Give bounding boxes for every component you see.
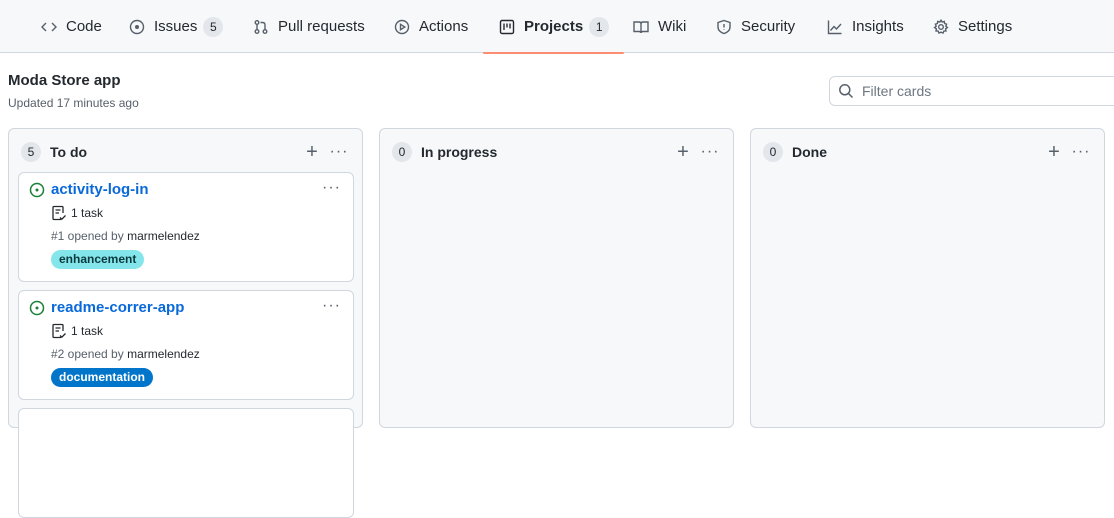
issue-number-text: #2 opened by [51,347,128,361]
card-menu-icon[interactable]: ··· [322,179,341,197]
tab-wiki[interactable]: Wiki [632,0,686,53]
task-list-summary: 1 task [51,323,103,339]
tab-security[interactable]: Security [715,0,795,53]
card-meta: #2 opened by marmelendez [51,347,200,361]
tab-actions[interactable]: Actions [393,0,468,53]
add-card-icon[interactable]: + [673,141,693,163]
column-to-do: 5 To do + ··· activity-log-in ··· 1 task… [8,128,363,518]
tab-projects[interactable]: Projects 1 [482,0,625,54]
project-card[interactable]: readme-correr-app ··· 1 task #2 opened b… [18,290,354,400]
column-menu-icon[interactable]: ··· [1068,141,1094,163]
author-link[interactable]: marmelendez [127,347,200,361]
issues-count-badge: 5 [203,16,224,37]
search-icon [838,83,854,99]
label-documentation[interactable]: documentation [51,368,153,387]
project-updated-time: Updated 17 minutes ago [8,96,139,110]
tab-wiki-label: Wiki [658,18,687,35]
column-card-count: 5 [21,142,41,162]
task-count: 1 task [71,324,104,338]
project-title: Moda Store app [8,72,121,89]
repo-nav: Code Issues 5 Pull requests Actions Proj… [0,0,1114,54]
column-menu-icon[interactable]: ··· [697,141,723,163]
column-name: In progress [421,144,498,160]
tab-projects-label: Projects [524,18,584,35]
tab-issues-label: Issues [154,18,198,35]
column-name: To do [50,144,88,160]
filter-cards-input[interactable] [862,83,1112,99]
tab-security-label: Security [741,18,796,35]
column-done: 0 Done + ··· [750,128,1105,428]
tab-settings[interactable]: Settings [932,0,1012,53]
git-pull-request-icon [252,18,270,36]
tab-pull-requests[interactable]: Pull requests [252,0,365,53]
label-enhancement[interactable]: enhancement [51,250,145,269]
graph-icon [826,18,844,36]
issue-opened-icon [29,182,45,198]
column-name: Done [792,144,827,160]
tab-insights-label: Insights [852,18,904,35]
task-list-summary: 1 task [51,205,103,221]
card-meta: #1 opened by marmelendez [51,229,200,243]
tab-code-label: Code [66,18,102,35]
column-header: 5 To do + ··· [21,141,354,163]
add-card-icon[interactable]: + [1044,141,1064,163]
project-icon [498,18,516,36]
add-card-icon[interactable]: + [302,141,322,163]
gear-icon [932,18,950,36]
card-issue-link[interactable]: readme-correr-app [51,299,184,316]
tab-code[interactable]: Code [40,0,102,53]
column-menu-icon[interactable]: ··· [326,141,352,163]
tab-insights[interactable]: Insights [826,0,904,53]
tab-settings-label: Settings [958,18,1013,35]
tab-pull-requests-label: Pull requests [278,18,365,35]
filter-cards-box[interactable] [829,76,1114,106]
issue-opened-icon [128,18,146,36]
column-header: 0 In progress + ··· [392,141,725,163]
projects-count-badge: 1 [589,16,610,37]
column-card-count: 0 [392,142,412,162]
issue-opened-icon [29,300,45,316]
author-link[interactable]: marmelendez [127,229,200,243]
column-in-progress: 0 In progress + ··· [379,128,734,428]
tab-actions-label: Actions [419,18,469,35]
shield-icon [715,18,733,36]
project-card[interactable]: activity-log-in ··· 1 task #1 opened by … [18,172,354,282]
column-card-count: 0 [763,142,783,162]
checklist-icon [51,205,67,221]
card-issue-link[interactable]: activity-log-in [51,181,149,198]
tab-issues[interactable]: Issues 5 [128,0,224,53]
card-menu-icon[interactable]: ··· [322,297,341,315]
column-header: 0 Done + ··· [763,141,1096,163]
issue-number-text: #1 opened by [51,229,128,243]
task-count: 1 task [71,206,104,220]
code-icon [40,18,58,36]
play-icon [393,18,411,36]
checklist-icon [51,323,67,339]
project-card[interactable] [18,408,354,518]
book-icon [632,18,650,36]
